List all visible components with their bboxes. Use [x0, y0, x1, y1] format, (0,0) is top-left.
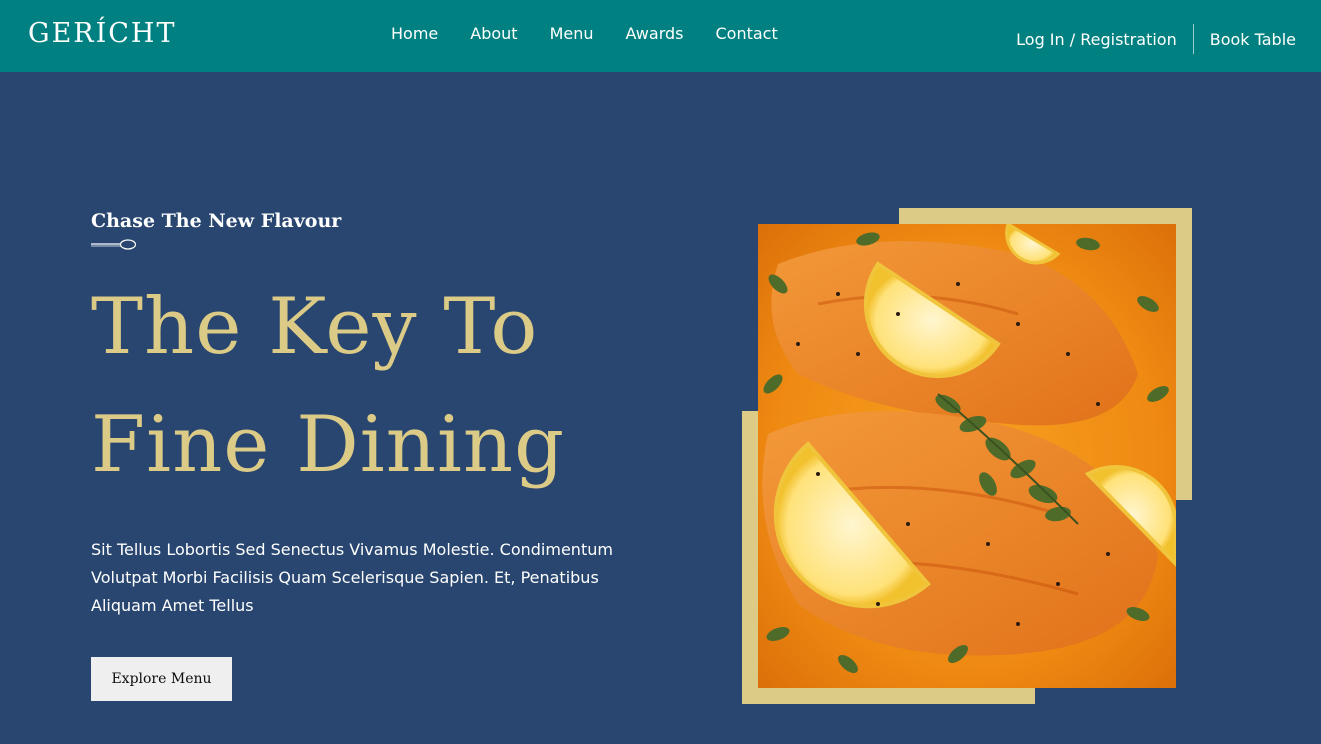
nav-link-about[interactable]: About: [470, 24, 517, 43]
hero-subtitle: Chase The New Flavour: [91, 210, 342, 232]
nav-links: Home About Menu Awards Contact: [391, 24, 778, 43]
navbar: GERÍCHT Home About Menu Awards Contact L…: [0, 0, 1321, 72]
login-link[interactable]: Log In / Registration: [1016, 30, 1177, 49]
nav-item-menu: Menu: [550, 24, 594, 43]
nav-item-about: About: [470, 24, 517, 43]
hero-headline: The Key To Fine Dining: [91, 282, 566, 490]
logo[interactable]: GERÍCHT: [28, 18, 177, 49]
hero-description: Sit Tellus Lobortis Sed Senectus Vivamus…: [91, 540, 613, 615]
salmon-dish-illustration: [758, 224, 1176, 688]
food-image: [758, 224, 1176, 688]
nav-link-menu[interactable]: Menu: [550, 24, 594, 43]
nav-item-contact: Contact: [715, 24, 777, 43]
nav-right: Log In / Registration Book Table: [1016, 24, 1296, 54]
nav-link-home[interactable]: Home: [391, 24, 438, 43]
book-table-link[interactable]: Book Table: [1210, 30, 1296, 49]
nav-link-awards[interactable]: Awards: [626, 24, 684, 43]
nav-link-contact[interactable]: Contact: [715, 24, 777, 43]
nav-item-home: Home: [391, 24, 438, 43]
explore-menu-button[interactable]: Explore Menu: [91, 657, 232, 701]
nav-divider: [1192, 24, 1194, 54]
spoon-icon: [91, 239, 137, 250]
hero-text: Chase The New Flavour The Key To Fine Di…: [91, 210, 651, 620]
nav-item-awards: Awards: [626, 24, 684, 43]
